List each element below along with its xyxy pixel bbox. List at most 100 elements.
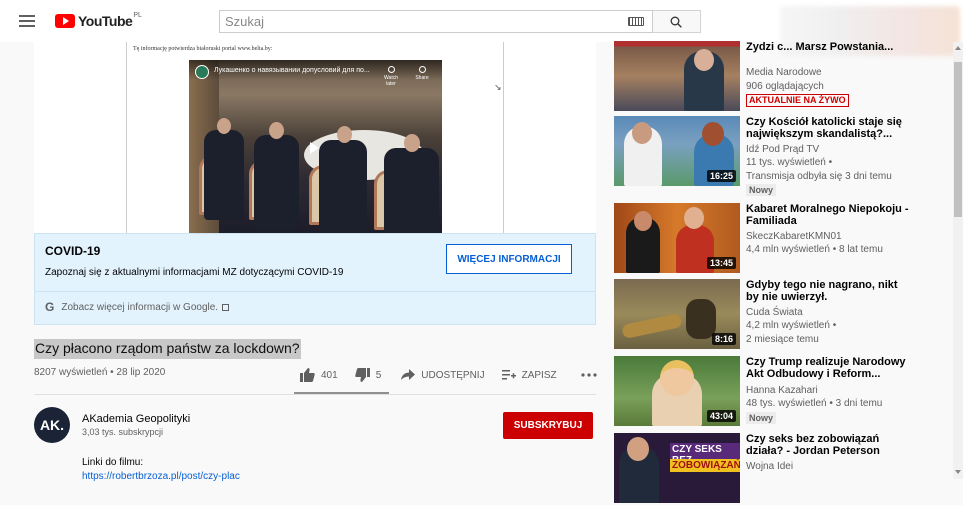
recommended-meta: 48 tys. wyświetleń • 3 dni temu — [746, 398, 883, 409]
external-link-icon — [222, 303, 230, 311]
search-button[interactable] — [653, 10, 701, 33]
live-badge: AKTUALNIE NA ŻYWO — [746, 94, 849, 107]
thumbs-up-icon — [300, 368, 315, 382]
search-input[interactable] — [220, 11, 620, 32]
thumb-face — [684, 207, 704, 229]
recommended-meta: 2 miesiące temu — [746, 334, 819, 345]
video-actions: 401 5 UDOSTĘPNIJ ZAPISZ — [300, 366, 603, 384]
youtube-play-icon — [55, 14, 75, 28]
video-thumbnail[interactable]: 16:25 — [614, 116, 740, 186]
top-bar: YouTube PL — [0, 0, 963, 56]
search-box — [219, 10, 653, 33]
more-info-button[interactable]: WIĘCEJ INFORMACJI — [446, 244, 572, 274]
recommended-channel[interactable]: Media Narodowe — [746, 67, 822, 78]
recommended-channel[interactable]: SkeczKabaretKMN01 — [746, 231, 842, 242]
youtube-logo[interactable]: YouTube PL — [55, 11, 142, 29]
scroll-down-icon[interactable] — [955, 470, 961, 474]
recommended-channel[interactable]: Wojna Idei — [746, 461, 793, 472]
recommended-title[interactable]: Czy Trump realizuje Narodowy Akt Odbudow… — [746, 356, 911, 380]
recommended-channel[interactable]: Idź Pod Prąd TV — [746, 144, 819, 155]
keyboard-icon[interactable] — [628, 17, 644, 26]
thumb-face — [694, 49, 714, 71]
embed-person — [384, 148, 439, 233]
recommended-channel[interactable]: Cuda Świata — [746, 307, 803, 318]
share-embed-label: Share — [415, 75, 429, 81]
cursor-icon: ↘ — [494, 82, 502, 92]
embed-title-bar: Лукашенко о навязывании допусловий для п… — [189, 60, 442, 87]
thumb-face — [634, 211, 652, 231]
like-button[interactable]: 401 — [300, 368, 338, 382]
video-thumbnail[interactable]: 8:16 — [614, 279, 740, 349]
embed-person — [204, 130, 244, 220]
share-embed-button[interactable]: Share — [410, 66, 434, 81]
covid-divider — [35, 291, 595, 292]
embed-head — [404, 134, 420, 152]
recommended-video[interactable]: 8:16 Gdyby tego nie nagrano, nikt by nie… — [614, 279, 954, 351]
embed-head — [337, 126, 352, 143]
recommended-meta: 4,2 mln wyświetleń • — [746, 320, 837, 331]
channel-name[interactable]: AKademia Geopolityki — [82, 413, 190, 425]
more-actions-button[interactable] — [581, 373, 603, 377]
channel-subscribers: 3,03 tys. subskrypcji — [82, 427, 164, 437]
watch-later-button[interactable]: Watch later — [379, 66, 403, 87]
recommended-video[interactable]: CZY SEKS BEZ ZOBOWIĄZAŃ Czy seks bez zob… — [614, 433, 954, 505]
thumbs-down-icon — [354, 368, 370, 382]
embed-channel-avatar[interactable] — [195, 65, 209, 79]
scroll-thumb[interactable] — [954, 62, 962, 217]
recommended-video[interactable]: 43:04 Czy Trump realizuje Narodowy Akt O… — [614, 356, 954, 428]
covid-description: Zapoznaj się z aktualnymi informacjami M… — [45, 267, 344, 278]
channel-avatar[interactable]: AK. — [34, 407, 70, 443]
video-views-date: 8207 wyświetleń • 28 lip 2020 — [34, 367, 166, 378]
video-thumbnail[interactable]: 43:04 — [614, 356, 740, 426]
google-more-info-link[interactable]: G Zobacz więcej informacji w Google. — [45, 300, 230, 314]
embed-head — [269, 122, 284, 139]
recommended-video[interactable]: Zydzi c... Marsz Powstania... Media Naro… — [614, 41, 954, 113]
menu-icon[interactable] — [19, 15, 35, 27]
recommended-title[interactable]: Czy Kościół katolicki staje się najwięks… — [746, 116, 911, 140]
covid-info-panel: COVID-19 Zapoznaj się z aktualnymi infor… — [34, 233, 596, 325]
share-arrow-icon — [401, 369, 416, 380]
play-icon[interactable] — [310, 142, 319, 154]
embed-person — [319, 140, 367, 233]
recommended-meta: 906 oglądających — [746, 81, 824, 92]
recommended-video[interactable]: 13:45 Kabaret Moralnego Niepokoju - Fami… — [614, 203, 954, 275]
page-scrollbar[interactable] — [953, 42, 963, 479]
share-button[interactable]: UDOSTĘPNIJ — [401, 369, 485, 381]
video-duration: 16:25 — [706, 170, 736, 182]
video-thumbnail[interactable]: CZY SEKS BEZ ZOBOWIĄZAŃ — [614, 433, 740, 503]
video-thumbnail[interactable] — [614, 41, 740, 111]
thumb-face — [632, 122, 652, 144]
save-button[interactable]: ZAPISZ — [501, 369, 557, 381]
embed-head — [217, 118, 231, 134]
recommended-video[interactable]: 16:25 Czy Kościół katolicki staje się na… — [614, 116, 954, 196]
thumb-face — [702, 122, 724, 146]
recommended-title[interactable]: Gdyby tego nie nagrano, nikt by nie uwie… — [746, 279, 911, 303]
scroll-up-icon[interactable] — [955, 46, 961, 50]
google-link-text: Zobacz więcej informacji w Google. — [61, 301, 219, 313]
video-thumbnail[interactable]: 13:45 — [614, 203, 740, 273]
watch-later-label: Watch later — [384, 75, 398, 87]
recommended-title[interactable]: Zydzi c... Marsz Powstania... — [746, 41, 911, 53]
description-link[interactable]: https://robertbrzoza.pl/post/czy-plac — [82, 471, 240, 482]
share-label: UDOSTĘPNIJ — [421, 369, 485, 381]
divider — [34, 394, 596, 395]
embed-person — [254, 135, 299, 230]
dislike-button[interactable]: 5 — [354, 368, 381, 382]
new-badge: Nowy — [746, 184, 777, 196]
subscribe-button[interactable]: SUBSKRYBUJ — [503, 412, 593, 439]
recommended-channel[interactable]: Hanna Kazahari — [746, 385, 818, 396]
thumb-face — [660, 360, 694, 396]
recommended-meta: 11 tys. wyświetleń • — [746, 157, 833, 168]
recommended-title[interactable]: Czy seks bez zobowiązań działa? - Jordan… — [746, 433, 911, 457]
clock-icon — [387, 66, 395, 73]
search-icon — [670, 16, 682, 28]
embed-title[interactable]: Лукашенко о навязывании допусловий для п… — [214, 67, 370, 74]
recommended-title[interactable]: Kabaret Moralnego Niepokoju - Familiada — [746, 203, 911, 227]
new-badge: Nowy — [746, 412, 777, 424]
logo-region: PL — [133, 11, 142, 19]
recommended-meta: Transmisja odbyła się 3 dni temu — [746, 171, 892, 182]
embedded-video[interactable]: Лукашенко о навязывании допусловий для п… — [189, 60, 442, 233]
video-player[interactable]: Tę informację potwierdza białoruski port… — [34, 42, 596, 233]
video-title: Czy płacono rządom państw za lockdown? — [34, 339, 301, 359]
playlist-add-icon — [501, 370, 516, 380]
